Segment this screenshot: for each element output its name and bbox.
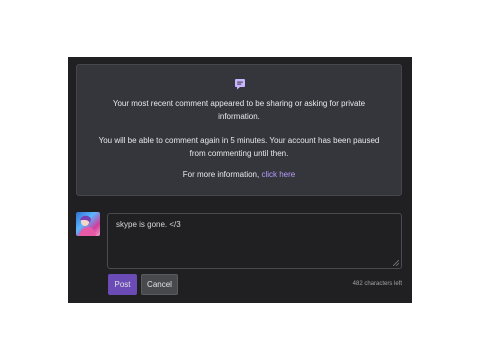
comment-box[interactable]: skype is gone. </3 bbox=[107, 213, 402, 269]
notice-more-info: For more information, click here bbox=[95, 168, 383, 181]
comment-paused-notice: Your most recent comment appeared to be … bbox=[76, 64, 402, 196]
characters-left-counter: 482 characters left bbox=[352, 281, 402, 287]
avatar-image bbox=[79, 215, 96, 236]
notice-private-info-text: Your most recent comment appeared to be … bbox=[112, 99, 366, 121]
comment-textarea[interactable]: skype is gone. </3 bbox=[116, 220, 386, 258]
more-info-prefix: For more information, bbox=[182, 170, 262, 179]
chat-bubble-icon bbox=[235, 79, 245, 90]
notice-paused-text: You will be able to comment again in 5 m… bbox=[98, 136, 380, 158]
click-here-link[interactable]: click here bbox=[261, 170, 295, 179]
avatar bbox=[76, 212, 100, 236]
resize-grip-icon[interactable] bbox=[393, 260, 399, 266]
cancel-button[interactable]: Cancel bbox=[141, 274, 178, 295]
post-button[interactable]: Post bbox=[108, 274, 137, 295]
